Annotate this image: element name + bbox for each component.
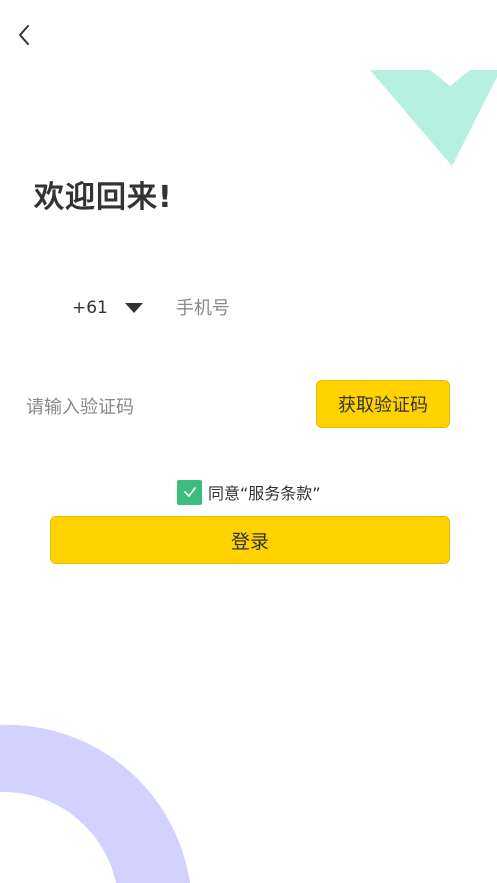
chevron-left-icon (19, 25, 29, 45)
country-code-dropdown[interactable] (124, 301, 144, 315)
verification-code-input[interactable] (26, 390, 296, 424)
check-icon (183, 487, 196, 497)
phone-row: +61 (72, 290, 456, 326)
verification-row: 获取验证码 (26, 380, 452, 430)
login-button[interactable]: 登录 (50, 516, 450, 564)
welcome-title: 欢迎回来! (34, 180, 173, 215)
back-button[interactable] (10, 20, 38, 50)
country-code[interactable]: +61 (72, 298, 108, 318)
phone-number-input[interactable] (175, 292, 456, 324)
triangle-down-icon (124, 303, 143, 313)
agreement-checkbox[interactable] (177, 479, 202, 505)
decorative-triangle (370, 70, 497, 166)
decorative-arc (0, 724, 190, 883)
agreement-label[interactable]: 同意“服务条款” (208, 480, 321, 504)
agreement-row: 同意“服务条款” (177, 479, 321, 505)
get-code-button[interactable]: 获取验证码 (316, 380, 450, 428)
login-page: 欢迎回来! +61 获取验证码 同意“服务条款” 登录 (0, 0, 497, 883)
